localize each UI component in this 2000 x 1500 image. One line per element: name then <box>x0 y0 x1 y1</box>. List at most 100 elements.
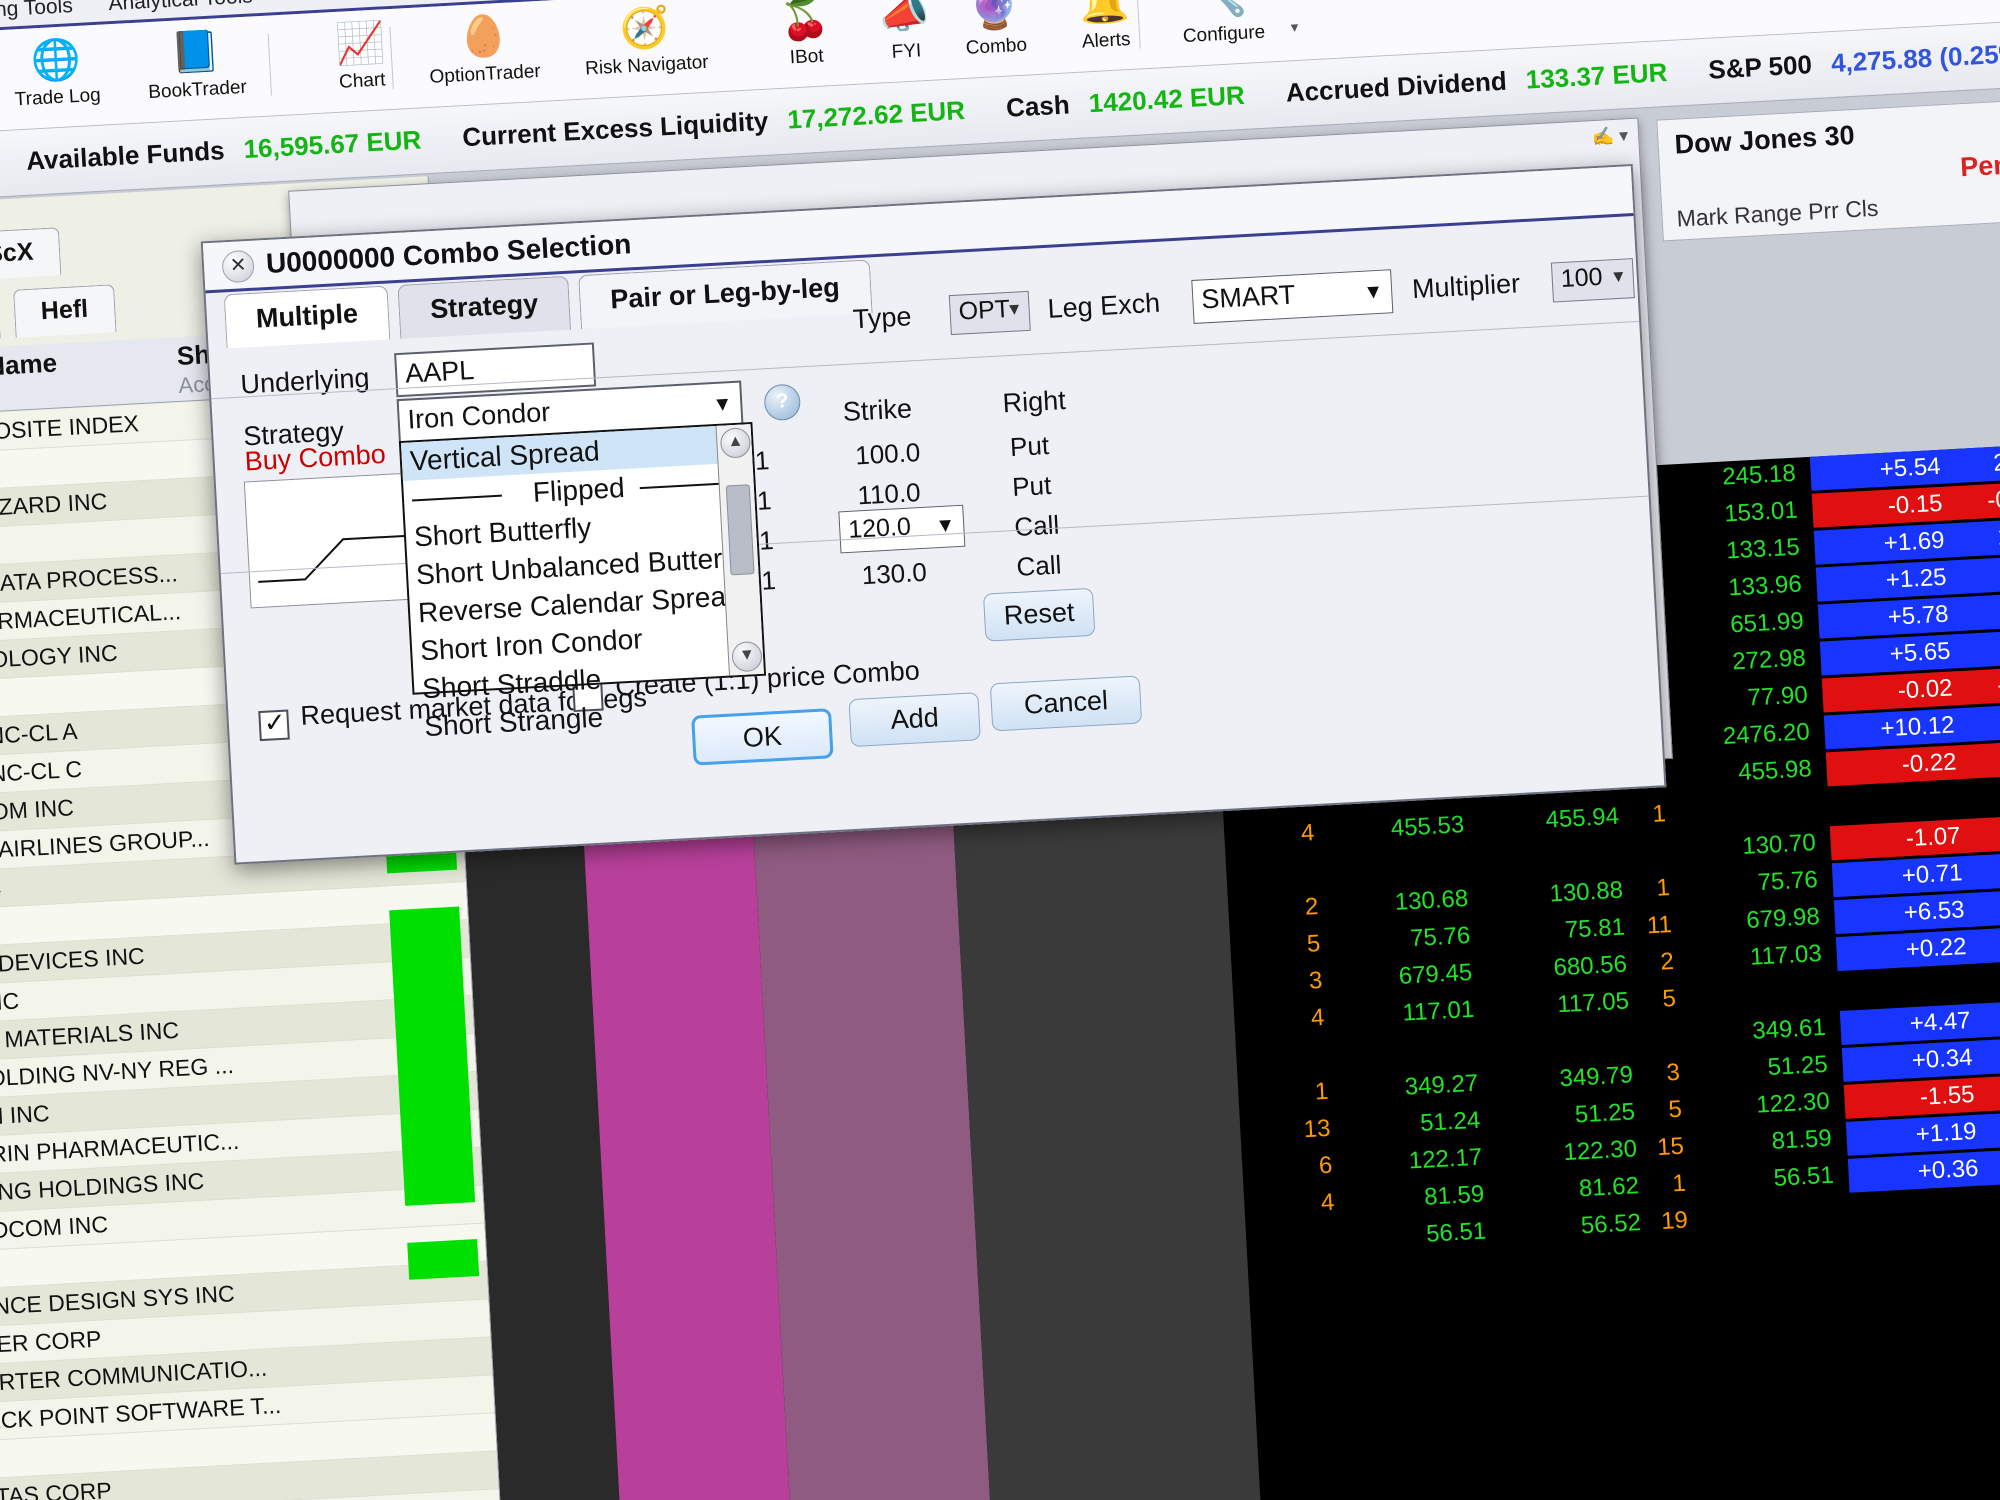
multiplier-select[interactable]: 100 ▼ <box>1550 258 1635 303</box>
scrollbar-thumb[interactable] <box>725 484 755 576</box>
toolbar-label-chart: Chart <box>338 69 387 93</box>
market-change-badge: +1.69 <box>1813 523 1954 565</box>
market-change-badge: -0.22 <box>1825 744 1966 787</box>
portfolio-row-name: ABET INC-CL A <box>0 717 79 753</box>
market-change-badge: -1.55 <box>1843 1077 1984 1119</box>
menu-item-view[interactable]: View <box>288 0 335 6</box>
market-change-percent-badge: 0.41% <box>1956 701 2000 743</box>
market-cell: 130.68 <box>1394 884 1469 916</box>
account-label-available-funds: Available Funds <box>25 135 226 176</box>
market-change-badge: +10.12 <box>1823 708 1964 750</box>
portfolio-row-name: TECHNOLOGY INC <box>0 639 119 677</box>
leg-exch-select[interactable]: SMART ▼ <box>1191 269 1394 324</box>
account-label-cash: Cash <box>1005 89 1071 123</box>
tab-multiple[interactable]: Multiple <box>223 285 391 349</box>
cancel-button[interactable]: Cancel <box>989 675 1143 732</box>
tab-hefl[interactable]: Hefl <box>12 284 117 338</box>
market-cell: 51.25 <box>1574 1098 1636 1129</box>
account-value-cash: 1420.42 EUR <box>1087 79 1246 119</box>
menu-item-trading-tools[interactable]: Trading Tools <box>0 0 73 25</box>
menu-item-help[interactable]: Help <box>368 0 413 2</box>
scroll-up-arrow-icon[interactable]: ▲ <box>719 427 752 459</box>
leg-strike-3-select[interactable]: 120.0 ▼ <box>838 504 966 554</box>
market-cell: 272.98 <box>1731 644 1807 676</box>
market-cell: 117.03 <box>1749 939 1823 971</box>
market-cell: 3 <box>1665 1058 1681 1087</box>
tab-etfs[interactable]: ETFs <box>0 290 1 345</box>
help-icon[interactable]: ? <box>763 383 802 422</box>
toolbar-button-configure[interactable]: 🔧 Configure <box>1146 0 1300 50</box>
market-cell: 75.76 <box>1756 866 1819 897</box>
market-cell: 117.01 <box>1401 995 1475 1027</box>
market-change-percent-badge: -0.81% <box>1962 812 2000 854</box>
market-cell: 4 <box>1300 819 1316 847</box>
market-cell: 130.88 <box>1548 876 1624 908</box>
portfolio-row-name: CINTAS CORP <box>0 1477 113 1500</box>
chevron-down-icon[interactable]: ▼ <box>1005 299 1023 320</box>
market-cell: 245.18 <box>1721 459 1797 491</box>
leg-exch-label: Leg Exch <box>1046 287 1161 324</box>
market-cell: 75.81 <box>1564 913 1626 944</box>
market-cell: 51.24 <box>1419 1106 1481 1137</box>
toolbar-label-configure: Configure <box>1182 21 1266 48</box>
market-cell: 56.52 <box>1580 1209 1642 1240</box>
multiplier-label: Multiplier <box>1411 268 1521 305</box>
legs-header-right: Right <box>1001 385 1067 419</box>
request-market-data-checkbox[interactable] <box>258 709 290 742</box>
toolbar-button-risk-navigator[interactable]: 🧭 Risk Navigator <box>569 0 723 81</box>
market-change-percent-badge: 0.94% <box>1948 553 2000 595</box>
toolbar-label-booktrader: BookTrader <box>147 76 248 104</box>
reset-button[interactable]: Reset <box>982 587 1096 642</box>
market-change-badge: +0.71 <box>1831 855 1972 898</box>
market-change-percent-badge: 1.29% <box>1946 516 2000 558</box>
combo-selection-dialog[interactable]: ✕ U0000000 Combo Selection Multiple Stra… <box>200 163 1667 865</box>
chevron-down-icon[interactable]: ▼ <box>712 393 733 417</box>
market-change-badge: -1.07 <box>1829 818 1970 861</box>
market-cell: 130.70 <box>1741 829 1817 861</box>
tab-ascx[interactable]: AScX <box>0 227 62 282</box>
account-label-accrued-dividend: Accrued Dividend <box>1285 65 1508 108</box>
tab-strategy[interactable]: Strategy <box>397 275 571 339</box>
market-cell: 19 <box>1660 1206 1689 1235</box>
toolbar-label-fyi: FYI <box>891 40 922 63</box>
chevron-down-icon[interactable]: ▼ <box>1609 266 1627 287</box>
dow-jones-status: Pending <box>1959 146 2000 183</box>
market-change-percent-badge: 0.95% <box>1964 849 2000 891</box>
market-cell: 5 <box>1661 984 1677 1013</box>
market-cell: 117.05 <box>1556 987 1630 1019</box>
chevron-down-icon[interactable]: ▼ <box>1363 281 1384 305</box>
account-value-accrued-dividend: 133.37 EUR <box>1524 57 1669 95</box>
type-select[interactable]: OPT ▼ <box>948 290 1031 336</box>
market-cell: 679.45 <box>1398 958 1473 990</box>
chevron-down-icon[interactable]: ▾ <box>1290 18 1298 36</box>
toolbar-button-booktrader[interactable]: 📘 BookTrader <box>119 22 273 106</box>
market-cell: 4 <box>1320 1188 1336 1217</box>
market-cell: 455.94 <box>1544 802 1620 834</box>
market-cell: 133.15 <box>1725 533 1801 565</box>
market-cell: 122.30 <box>1562 1135 1638 1167</box>
strategy-dropdown-list[interactable]: Vertical Spread Flipped Short Butterfly … <box>398 421 767 742</box>
legs-header-strike: Strike <box>842 393 913 428</box>
market-change-badge: -0.02 <box>1821 671 1962 713</box>
account-label-sp500: S&P 500 <box>1707 49 1813 85</box>
portfolio-row-name: ION BLIZZARD INC <box>0 488 108 525</box>
market-cell: 651.99 <box>1729 607 1805 639</box>
dow-jones-panel[interactable]: Dow Jones 30 Pending Mark Range Prr Cls <box>1656 96 2000 242</box>
market-cell: 11 <box>1646 911 1673 940</box>
toolbar-button-trade-log[interactable]: 🌐 Trade Log <box>0 29 133 113</box>
close-icon[interactable]: ✕ <box>221 249 256 284</box>
scroll-down-arrow-icon[interactable]: ▼ <box>731 640 763 673</box>
toolbar-button-optiontrader[interactable]: 🥚 OptionTrader <box>407 6 561 90</box>
portfolio-row-name: Q-COMPOSITE INDEX <box>0 410 140 450</box>
window-controls[interactable]: ✍ ▾ <box>1591 125 1629 148</box>
strategy-combobox-value: Iron Condor <box>406 396 551 435</box>
column-header-company-name: mpany Name <box>0 347 58 387</box>
market-change-percent-badge: 0.19% <box>1968 923 2000 964</box>
market-change-badge: +0.34 <box>1841 1040 1982 1082</box>
market-change-badge: -0.15 <box>1811 486 1952 528</box>
market-cell: 6 <box>1318 1151 1334 1180</box>
market-cell: 349.79 <box>1558 1061 1634 1093</box>
globe-icon: 🌐 <box>29 36 82 84</box>
leg-strike-2: 110.0 <box>856 477 922 511</box>
add-button[interactable]: Add <box>848 692 981 748</box>
